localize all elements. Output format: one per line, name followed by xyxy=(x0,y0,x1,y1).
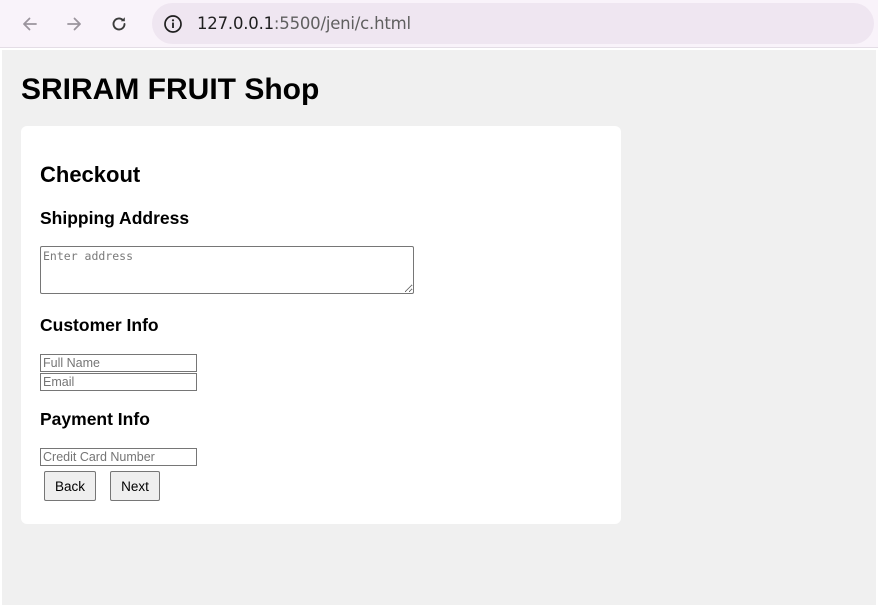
customer-info-heading: Customer Info xyxy=(40,315,159,335)
page-viewport: SRIRAM FRUIT Shop Checkout Shipping Addr… xyxy=(2,50,876,605)
arrow-right-icon xyxy=(67,17,81,31)
url-text: 127.0.0.1:5500/jeni/c.html xyxy=(197,14,411,33)
shipping-address-heading: Shipping Address xyxy=(40,208,190,228)
credit-card-input[interactable] xyxy=(40,448,197,466)
shop-title: SRIRAM FRUIT Shop xyxy=(21,73,320,106)
browser-toolbar: 127.0.0.1:5500/jeni/c.html xyxy=(0,0,878,48)
url-path: :5500/jeni/c.html xyxy=(273,14,411,33)
full-name-input[interactable] xyxy=(40,354,197,372)
reload-icon xyxy=(112,17,126,31)
back-button[interactable] xyxy=(14,8,46,40)
checkout-card: Checkout Shipping Address Customer Info … xyxy=(21,126,621,524)
checkout-heading: Checkout xyxy=(40,162,141,187)
address-textarea[interactable] xyxy=(40,246,414,294)
next-step-button[interactable]: Next xyxy=(110,471,160,501)
forward-button[interactable] xyxy=(58,8,90,40)
info-circle-icon xyxy=(164,14,182,33)
payment-info-heading: Payment Info xyxy=(40,409,150,429)
reload-button[interactable] xyxy=(103,8,135,40)
address-bar[interactable]: 127.0.0.1:5500/jeni/c.html xyxy=(152,3,874,44)
arrow-left-icon xyxy=(23,17,37,31)
url-host: 127.0.0.1 xyxy=(197,14,274,33)
site-info-button[interactable] xyxy=(163,14,183,34)
back-step-button[interactable]: Back xyxy=(44,471,96,501)
email-input[interactable] xyxy=(40,373,197,391)
